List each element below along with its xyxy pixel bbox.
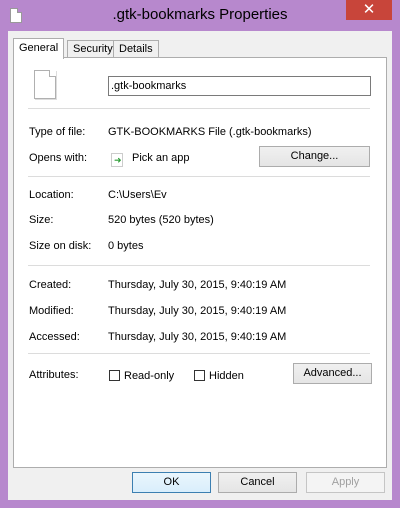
- apply-button[interactable]: Apply: [306, 472, 385, 493]
- change-button[interactable]: Change...: [259, 146, 370, 167]
- location-label: Location:: [29, 189, 74, 201]
- hidden-label[interactable]: Hidden: [209, 370, 244, 382]
- modified-value: Thursday, July 30, 2015, 9:40:19 AM: [108, 305, 287, 317]
- file-name-input[interactable]: [108, 76, 371, 96]
- opens-with-value: Pick an app: [132, 152, 190, 164]
- accessed-label: Accessed:: [29, 331, 80, 343]
- cancel-button[interactable]: Cancel: [218, 472, 297, 493]
- properties-window: .gtk-bookmarks Properties ✕ General Secu…: [0, 0, 400, 508]
- separator: [28, 265, 370, 266]
- type-value: GTK-BOOKMARKS File (.gtk-bookmarks): [108, 126, 312, 138]
- size-label: Size:: [29, 214, 54, 226]
- tab-details[interactable]: Details: [113, 40, 159, 58]
- attributes-label: Attributes:: [29, 369, 79, 381]
- file-icon: [34, 70, 56, 99]
- location-value: C:\Users\Ev: [108, 189, 167, 201]
- readonly-checkbox[interactable]: [109, 370, 120, 381]
- tab-security[interactable]: Security: [67, 40, 119, 58]
- window-title: .gtk-bookmarks Properties: [112, 6, 288, 23]
- dialog-body: General Security Details Type of file: G…: [8, 31, 392, 500]
- tab-general[interactable]: General: [13, 38, 65, 59]
- advanced-button[interactable]: Advanced...: [293, 363, 372, 384]
- created-label: Created:: [29, 279, 72, 291]
- app-icon: ➜: [111, 153, 123, 167]
- created-value: Thursday, July 30, 2015, 9:40:19 AM: [108, 279, 287, 291]
- close-button[interactable]: ✕: [346, 0, 392, 20]
- general-panel: Type of file: GTK-BOOKMARKS File (.gtk-b…: [13, 57, 387, 468]
- size-on-disk-label: Size on disk:: [29, 240, 92, 252]
- hidden-checkbox[interactable]: [194, 370, 205, 381]
- title-bar[interactable]: .gtk-bookmarks Properties ✕: [0, 0, 400, 32]
- accessed-value: Thursday, July 30, 2015, 9:40:19 AM: [108, 331, 287, 343]
- size-value: 520 bytes (520 bytes): [108, 214, 214, 226]
- separator: [28, 176, 370, 177]
- separator: [28, 108, 370, 109]
- separator: [28, 353, 370, 354]
- readonly-label[interactable]: Read-only: [124, 370, 174, 382]
- ok-button[interactable]: OK: [132, 472, 211, 493]
- modified-label: Modified:: [29, 305, 74, 317]
- type-label: Type of file:: [29, 126, 86, 138]
- opens-with-label: Opens with:: [29, 152, 88, 164]
- size-on-disk-value: 0 bytes: [108, 240, 144, 252]
